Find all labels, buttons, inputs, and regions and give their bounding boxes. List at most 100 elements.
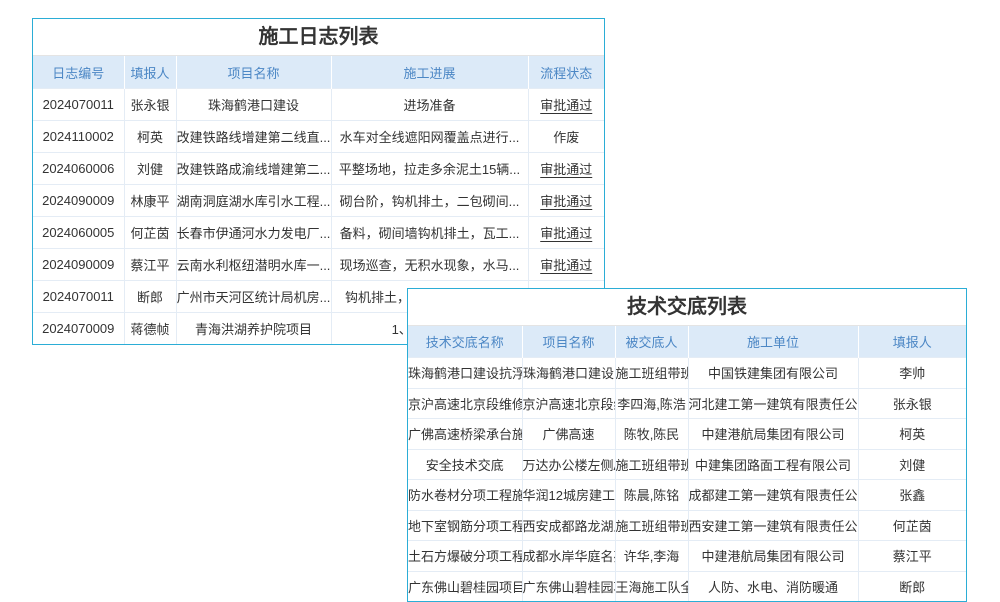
column-header: 技术交底名称 (408, 326, 522, 358)
briefed-person-text: 施工班组带班... (615, 510, 688, 541)
construction-unit-text: 中建港航局集团有限公司 (688, 541, 858, 572)
reporter-link[interactable]: 蔡江平 (124, 249, 176, 281)
construction-unit-text: 中建集团路面工程有限公司 (688, 449, 858, 480)
table-row: 广东佛山碧桂园项目...广东佛山碧桂园项目王海施工队全队人防、水电、消防暖通断郎 (408, 571, 966, 601)
reporter-link[interactable]: 李帅 (858, 358, 966, 389)
progress-text: 现场巡查，无积水现象，水马... (331, 249, 528, 281)
log-id-link[interactable]: 2024090009 (33, 249, 124, 281)
reporter-link[interactable]: 刘健 (858, 449, 966, 480)
table-row: 2024060006刘健改建铁路成渝线增建第二...平整场地，拉走多余泥土15辆… (33, 153, 604, 185)
project-name-link[interactable]: 成都水岸华庭名苑... (522, 541, 615, 572)
progress-text: 水车对全线遮阳网覆盖点进行... (331, 121, 528, 153)
disclosure-name-link[interactable]: 防水卷材分项工程施... (408, 480, 522, 511)
disclosure-name-link[interactable]: 广东佛山碧桂园项目... (408, 571, 522, 601)
reporter-link[interactable]: 林康平 (124, 185, 176, 217)
tech-disclosure-title: 技术交底列表 (408, 289, 966, 326)
table-row: 2024090009蔡江平云南水利枢纽潜明水库一...现场巡查，无积水现象，水马… (33, 249, 604, 281)
status-badge[interactable]: 作废 (528, 121, 604, 153)
column-header: 填报人 (124, 56, 176, 89)
disclosure-name-link[interactable]: 地下室钢筋分项工程... (408, 510, 522, 541)
log-id-link[interactable]: 2024070011 (33, 281, 124, 313)
disclosure-name-link[interactable]: 京沪高速北京段维修... (408, 388, 522, 419)
construction-unit-text: 西安建工第一建筑有限责任公司 (688, 510, 858, 541)
tech-disclosure-header-row: 技术交底名称项目名称被交底人施工单位填报人 (408, 326, 966, 358)
briefed-person-text: 施工班组带班... (615, 449, 688, 480)
column-header: 施工进展 (331, 56, 528, 89)
project-name-link[interactable]: 广东佛山碧桂园项目 (522, 571, 615, 601)
table-row: 2024090009林康平湖南洞庭湖水库引水工程...砌台阶，钩机排土，二包砌间… (33, 185, 604, 217)
project-name-link[interactable]: 广州市天河区统计局机房... (176, 281, 331, 313)
log-id-link[interactable]: 2024090009 (33, 185, 124, 217)
project-name-link[interactable]: 长春市伊通河水力发电厂... (176, 217, 331, 249)
reporter-link[interactable]: 柯英 (858, 419, 966, 450)
reporter-link[interactable]: 断郎 (858, 571, 966, 601)
table-row: 2024110002柯英改建铁路线增建第二线直...水车对全线遮阳网覆盖点进行.… (33, 121, 604, 153)
project-name-link[interactable]: 青海洪湖养护院项目 (176, 313, 331, 345)
reporter-link[interactable]: 断郎 (124, 281, 176, 313)
briefed-person-text: 施工班组带班... (615, 358, 688, 389)
status-badge[interactable]: 审批通过 (528, 153, 604, 185)
disclosure-name-link[interactable]: 土石方爆破分项工程... (408, 541, 522, 572)
briefed-person-text: 许华,李海 (615, 541, 688, 572)
progress-text: 平整场地，拉走多余泥土15辆... (331, 153, 528, 185)
tech-disclosure-panel: 技术交底列表 技术交底名称项目名称被交底人施工单位填报人 珠海鹤港口建设抗浮..… (407, 288, 967, 602)
table-row: 2024070011张永银珠海鹤港口建设进场准备审批通过 (33, 89, 604, 121)
table-row: 防水卷材分项工程施...华润12城房建工...陈晨,陈铭成都建工第一建筑有限责任… (408, 480, 966, 511)
project-name-link[interactable]: 改建铁路成渝线增建第二... (176, 153, 331, 185)
disclosure-name-link[interactable]: 广佛高速桥梁承台施... (408, 419, 522, 450)
table-row: 安全技术交底万达办公楼左侧A...施工班组带班...中建集团路面工程有限公司刘健 (408, 449, 966, 480)
project-name-link[interactable]: 珠海鹤港口建设 (176, 89, 331, 121)
log-id-link[interactable]: 2024070011 (33, 89, 124, 121)
construction-unit-text: 中建港航局集团有限公司 (688, 419, 858, 450)
project-name-link[interactable]: 西安成都路龙湖上... (522, 510, 615, 541)
reporter-link[interactable]: 张鑫 (858, 480, 966, 511)
reporter-link[interactable]: 何芷茵 (124, 217, 176, 249)
tech-disclosure-table: 技术交底名称项目名称被交底人施工单位填报人 珠海鹤港口建设抗浮...珠海鹤港口建… (408, 326, 966, 601)
construction-log-title: 施工日志列表 (33, 19, 604, 56)
table-row: 京沪高速北京段维修...京沪高速北京段维修李四海,陈浩河北建工第一建筑有限责任公… (408, 388, 966, 419)
table-row: 土石方爆破分项工程...成都水岸华庭名苑...许华,李海中建港航局集团有限公司蔡… (408, 541, 966, 572)
reporter-link[interactable]: 刘健 (124, 153, 176, 185)
briefed-person-text: 陈牧,陈民 (615, 419, 688, 450)
table-row: 珠海鹤港口建设抗浮...珠海鹤港口建设施工班组带班...中国铁建集团有限公司李帅 (408, 358, 966, 389)
project-name-link[interactable]: 改建铁路线增建第二线直... (176, 121, 331, 153)
log-id-link[interactable]: 2024060005 (33, 217, 124, 249)
column-header: 日志编号 (33, 56, 124, 89)
status-badge[interactable]: 审批通过 (528, 249, 604, 281)
column-header: 施工单位 (688, 326, 858, 358)
briefed-person-text: 陈晨,陈铭 (615, 480, 688, 511)
reporter-link[interactable]: 张永银 (858, 388, 966, 419)
construction-log-header-row: 日志编号填报人项目名称施工进展流程状态 (33, 56, 604, 89)
log-id-link[interactable]: 2024110002 (33, 121, 124, 153)
project-name-link[interactable]: 湖南洞庭湖水库引水工程... (176, 185, 331, 217)
reporter-link[interactable]: 蔡江平 (858, 541, 966, 572)
reporter-link[interactable]: 何芷茵 (858, 510, 966, 541)
column-header: 项目名称 (176, 56, 331, 89)
reporter-link[interactable]: 柯英 (124, 121, 176, 153)
briefed-person-text: 王海施工队全队 (615, 571, 688, 601)
reporter-link[interactable]: 张永银 (124, 89, 176, 121)
disclosure-name-link[interactable]: 安全技术交底 (408, 449, 522, 480)
table-row: 2024060005何芷茵长春市伊通河水力发电厂...备料，砌间墙钩机排土，瓦工… (33, 217, 604, 249)
log-id-link[interactable]: 2024070009 (33, 313, 124, 345)
construction-unit-text: 河北建工第一建筑有限责任公司 (688, 388, 858, 419)
reporter-link[interactable]: 蒋德帧 (124, 313, 176, 345)
project-name-link[interactable]: 云南水利枢纽潜明水库一... (176, 249, 331, 281)
project-name-link[interactable]: 广佛高速 (522, 419, 615, 450)
disclosure-name-link[interactable]: 珠海鹤港口建设抗浮... (408, 358, 522, 389)
project-name-link[interactable]: 京沪高速北京段维修 (522, 388, 615, 419)
status-badge[interactable]: 审批通过 (528, 217, 604, 249)
status-badge[interactable]: 审批通过 (528, 89, 604, 121)
construction-unit-text: 人防、水电、消防暖通 (688, 571, 858, 601)
column-header: 流程状态 (528, 56, 604, 89)
log-id-link[interactable]: 2024060006 (33, 153, 124, 185)
project-name-link[interactable]: 万达办公楼左侧A... (522, 449, 615, 480)
status-badge[interactable]: 审批通过 (528, 185, 604, 217)
construction-unit-text: 成都建工第一建筑有限责任公司 (688, 480, 858, 511)
project-name-link[interactable]: 华润12城房建工... (522, 480, 615, 511)
column-header: 被交底人 (615, 326, 688, 358)
progress-text: 进场准备 (331, 89, 528, 121)
project-name-link[interactable]: 珠海鹤港口建设 (522, 358, 615, 389)
column-header: 项目名称 (522, 326, 615, 358)
table-row: 广佛高速桥梁承台施...广佛高速陈牧,陈民中建港航局集团有限公司柯英 (408, 419, 966, 450)
